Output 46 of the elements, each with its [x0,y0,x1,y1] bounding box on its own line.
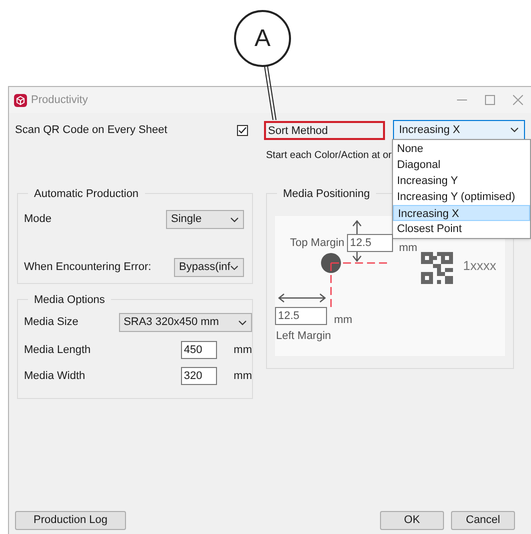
unit-label: mm [234,368,252,384]
mode-dropdown[interactable]: Single [166,210,244,229]
close-icon[interactable] [513,95,523,105]
maximize-icon[interactable] [485,95,495,105]
callout-label: A [234,10,291,67]
field-label: Top Margin [290,236,344,251]
leader-line [263,66,277,120]
arrow-icon [277,293,327,303]
ok-button[interactable]: OK [380,511,444,530]
media-size-dropdown[interactable]: SRA3 320x450 mm [118,313,252,332]
error-dropdown[interactable]: Bypass(inf [174,258,244,277]
sort-method-dropdown[interactable]: Increasing X [393,120,525,140]
production-log-button[interactable]: Production Log [15,511,126,530]
cube-icon [14,94,27,106]
chevron-icon [238,320,247,326]
window-title: Productivity [31,92,88,108]
checkbox[interactable] [237,124,248,136]
field-label: Left Margin [276,329,332,344]
field-label: Media Length [24,342,92,358]
field-label: Mode [24,212,52,228]
field-label: When Encountering Error: [24,260,152,276]
unit-label: mm [234,342,252,358]
media-width-field[interactable]: 320 [180,367,217,385]
left-margin-field[interactable]: 12.5 [275,307,327,325]
chevron-icon [510,127,519,133]
cancel-button[interactable]: Cancel [451,511,515,530]
group-title: Media Options [28,292,111,308]
unit-label: mm [334,313,352,328]
media-length-field[interactable]: 450 [180,341,217,359]
field-label: Sort Method [264,120,385,140]
chevron-icon [230,264,239,270]
group-title: Media Positioning [277,186,376,202]
field-label: Media Size [24,315,80,330]
dropdown-option[interactable]: Diagonal [393,157,530,173]
dropdown-option[interactable]: Closest Point [393,221,530,237]
dropdown-option[interactable]: Increasing Y (optimised) [393,189,530,205]
dropdown-option[interactable]: None [393,141,530,157]
dropdown-option[interactable]: Increasing Y [393,173,530,189]
field-label: Media Width [24,368,86,384]
top-margin-field[interactable]: 12.5 [347,234,393,252]
dropdown-option[interactable]: Increasing X [393,205,530,221]
unit-label: mm [399,241,418,256]
sample-text: 1xxxx [463,257,496,275]
chevron-icon [230,216,239,222]
qr-code-icon [421,252,453,284]
checkbox-label: Scan QR Code on Every Sheet [15,122,168,138]
